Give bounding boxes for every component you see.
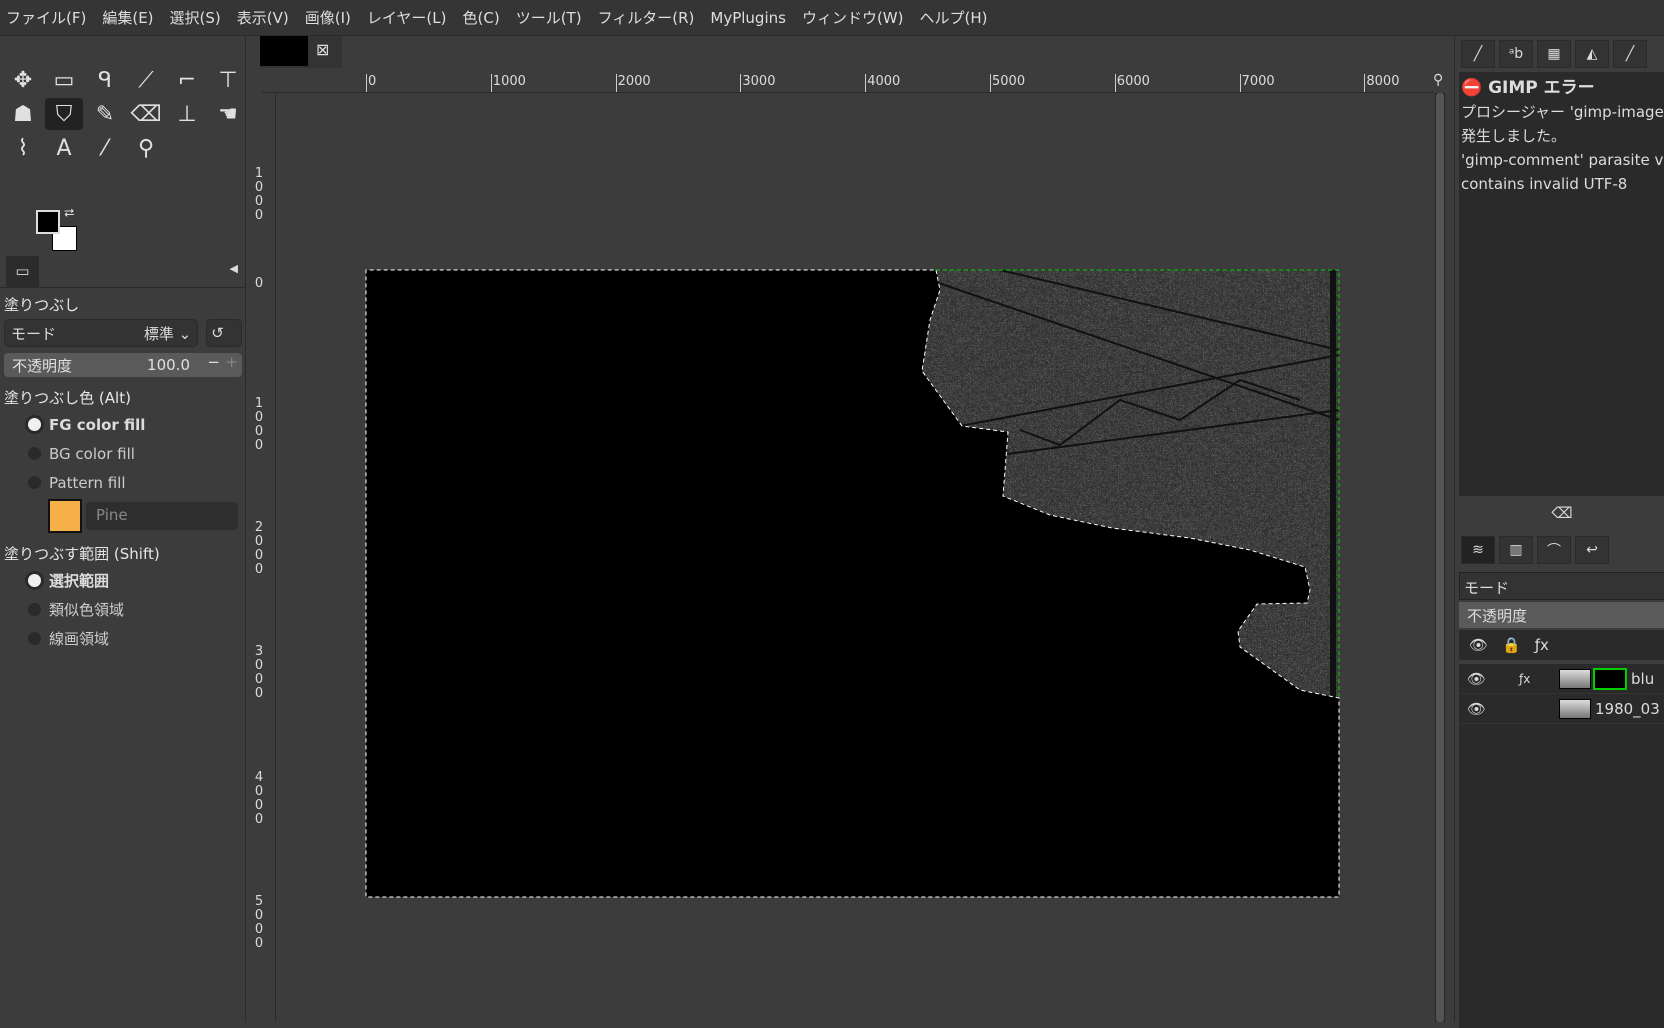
channels-tab-icon[interactable]: ▥ [1499, 536, 1533, 564]
error-message-line: プロシージャー 'gimp-image-at [1461, 103, 1664, 121]
error-icon: ⛔ [1461, 78, 1483, 98]
eye-icon[interactable]: 👁 [1459, 670, 1489, 688]
image-canvas[interactable] [0, 0, 1664, 1022]
histogram-tab-icon[interactable]: ◭ [1575, 40, 1609, 68]
layer-opacity-slider[interactable]: 不透明度 [1459, 602, 1664, 628]
lock-icon: 🔒 [1502, 636, 1521, 654]
undo-history-tab-icon[interactable]: ↩ [1575, 536, 1609, 564]
layer-thumbnail [1559, 698, 1591, 719]
layer-name: 1980_03 [1595, 699, 1660, 718]
fx-icon: ƒx [1534, 636, 1549, 654]
brush-tab-icon[interactable]: ╱ [1461, 40, 1495, 68]
layer-mode-select[interactable]: モード [1459, 572, 1664, 600]
right-dock: ╱ ᵃb ▦ ◭ ╱ ⛔ GIMP エラー プロシージャー 'gimp-image-at… [1454, 36, 1664, 1028]
fx-icon: ƒx [1519, 671, 1531, 686]
error-message-line: contains invalid UTF-8 [1461, 175, 1628, 193]
error-message-line: 発生しました。 [1461, 127, 1567, 145]
layer-thumbnail [1559, 668, 1591, 689]
foreground-color[interactable] [36, 210, 60, 234]
zoom-icon[interactable]: ⚲ [1433, 72, 1443, 88]
font-tab-icon[interactable]: ᵃb [1499, 40, 1533, 68]
eye-icon: 👁 [1469, 636, 1489, 654]
layers-list: 👁 ƒx blu 👁 1980_03 [1459, 664, 1664, 1028]
error-message-line: 'gimp-comment' parasite va [1461, 151, 1664, 169]
eye-icon[interactable]: 👁 [1459, 700, 1489, 718]
layers-tab-icon[interactable]: ≋ [1461, 536, 1495, 564]
layer-row[interactable]: 👁 1980_03 [1459, 694, 1664, 724]
vertical-scrollbar[interactable] [1435, 93, 1445, 1022]
layer-name: blu [1631, 669, 1655, 688]
paths-tab-icon[interactable]: ⌒ [1537, 536, 1571, 564]
error-title: GIMP エラー [1488, 78, 1595, 98]
layer-mask-thumbnail [1593, 667, 1627, 690]
clear-errors-button[interactable]: ⌫ [1459, 496, 1664, 530]
error-console: ⛔ GIMP エラー プロシージャー 'gimp-image-at 発生しました。… [1459, 72, 1664, 496]
layer-row[interactable]: 👁 ƒx blu [1459, 664, 1664, 694]
pattern-tab-icon[interactable]: ▦ [1537, 40, 1571, 68]
paint-tab-icon[interactable]: ╱ [1613, 40, 1647, 68]
